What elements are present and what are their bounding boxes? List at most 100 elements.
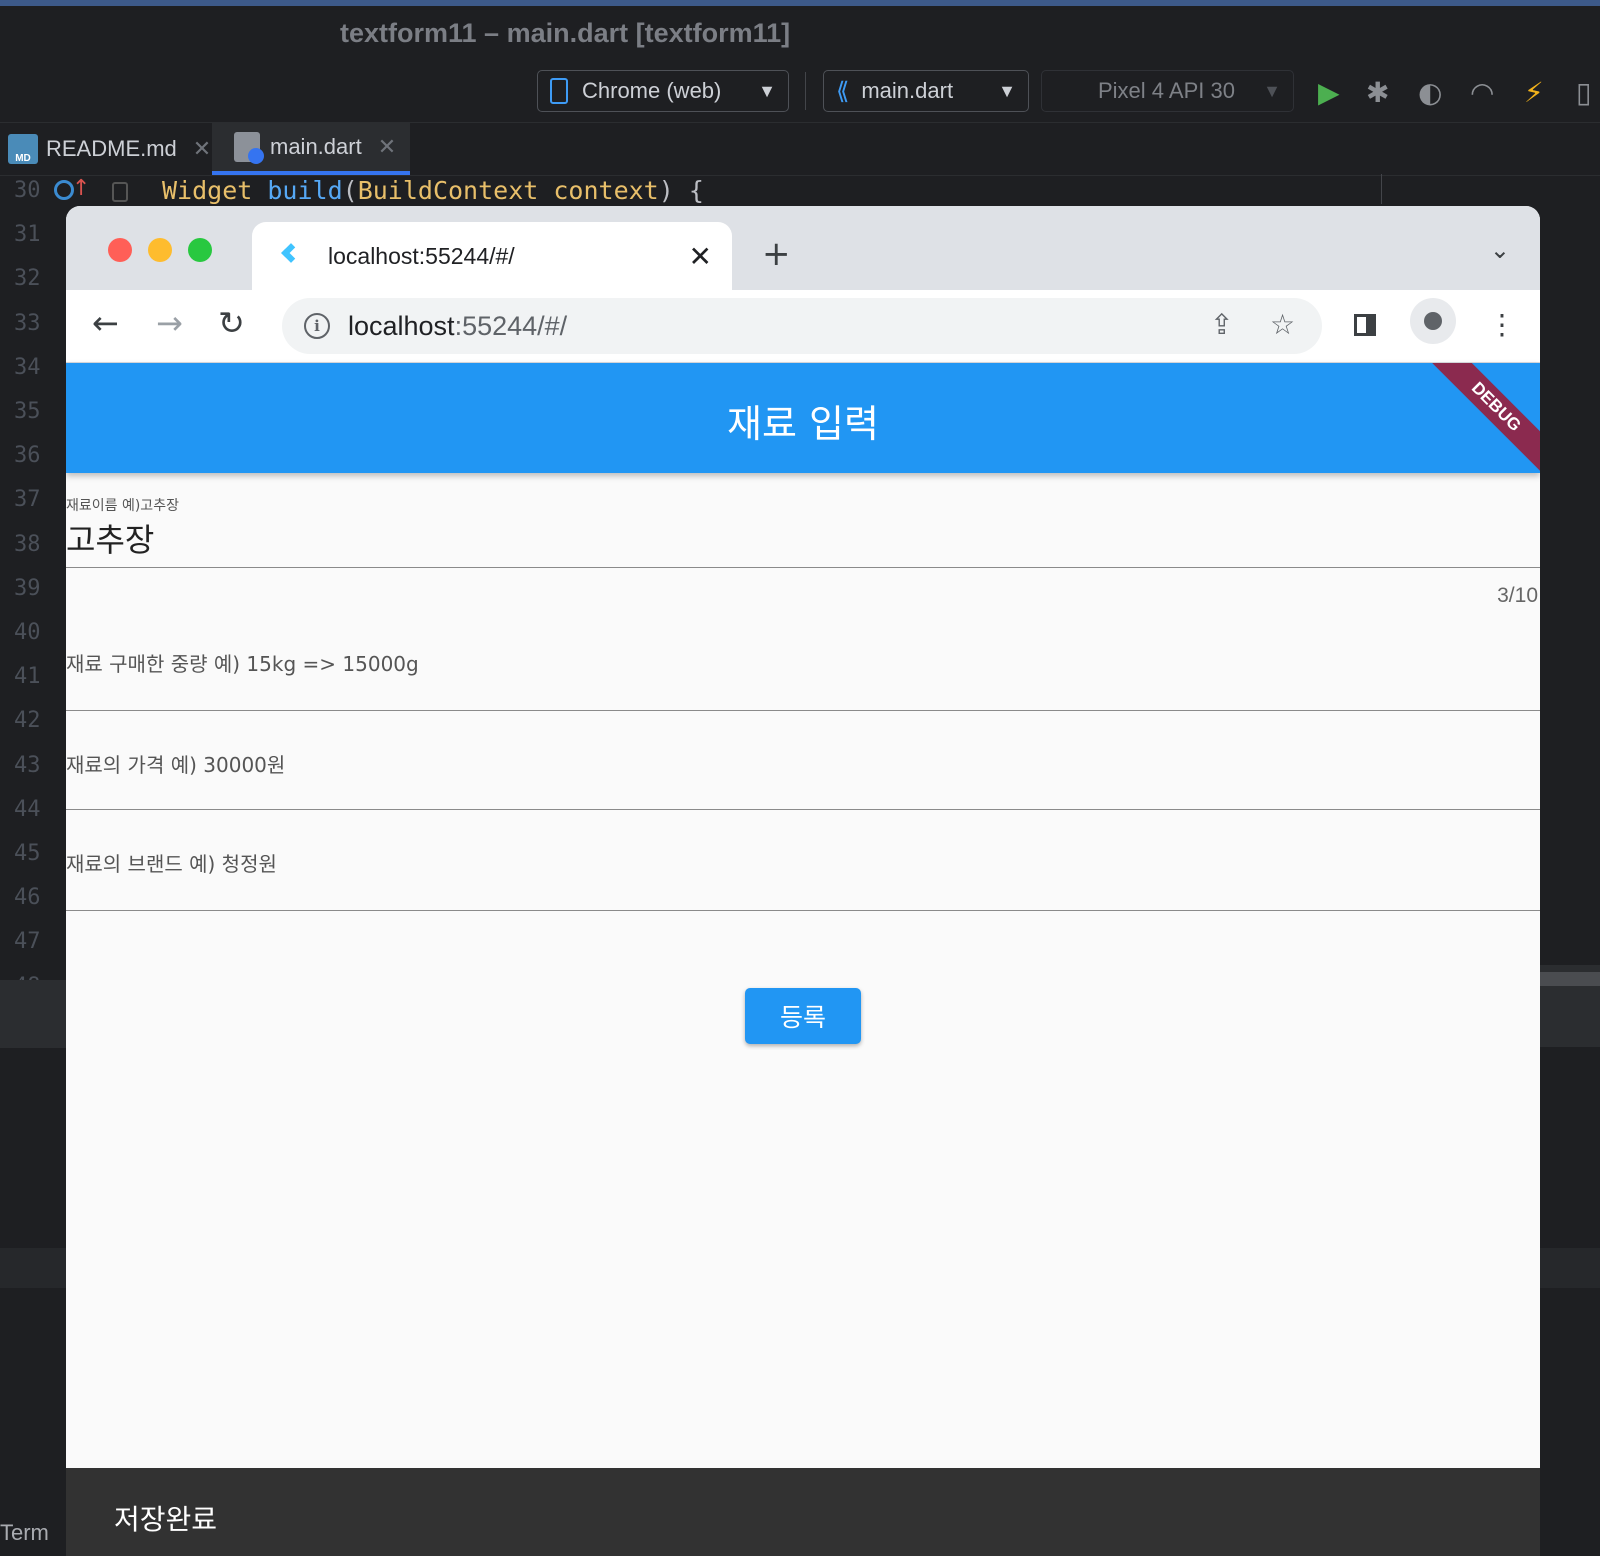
ide-top-accent xyxy=(0,0,1600,6)
flutter-icon: ⟪ xyxy=(836,77,850,105)
weight-hint: 재료 구매한 중량 예) 15kg => 15000g xyxy=(66,652,419,676)
url-text: localhost:55244/#/ xyxy=(348,311,567,342)
ingredient-name-label: 재료이름 예)고추장 xyxy=(66,498,179,514)
debug-icon[interactable]: ✱ xyxy=(1366,76,1389,109)
flutter-favicon-icon xyxy=(282,244,304,268)
line-number: 34 xyxy=(14,354,41,380)
run-config-selector[interactable]: ⟪ main.dart ▼ xyxy=(823,70,1029,112)
ide-scrollbar[interactable] xyxy=(1540,972,1600,986)
register-button[interactable]: 등록 xyxy=(745,988,861,1044)
tab-readme[interactable]: MD README.md ✕ xyxy=(0,123,212,175)
bookmark-star-icon[interactable]: ☆ xyxy=(1270,308,1295,341)
browser-tab-title: localhost:55244/#/ xyxy=(328,242,515,269)
weight-field[interactable]: 재료 구매한 중량 예) 15kg => 15000g xyxy=(66,630,1540,711)
ingredient-name-value: 고추장 xyxy=(66,521,155,559)
close-icon[interactable]: ✕ xyxy=(378,134,396,160)
line-number: 46 xyxy=(14,885,41,911)
line-number: 43 xyxy=(14,752,41,778)
ide-highlight-band xyxy=(0,1248,66,1288)
new-tab-button[interactable]: + xyxy=(762,234,791,274)
tab-strip: localhost:55244/#/ ✕ + ⌄ xyxy=(66,206,1540,290)
run-target-selector[interactable]: Chrome (web) ▼ xyxy=(537,70,789,112)
back-arrow-icon[interactable]: ← xyxy=(92,304,119,342)
tab-search-chevron-icon[interactable]: ⌄ xyxy=(1490,236,1510,264)
line-number: 40 xyxy=(14,620,41,645)
snackbar: 저장완료 xyxy=(66,1468,1540,1556)
code-param: context xyxy=(538,176,659,205)
line-number: 31 xyxy=(14,222,41,248)
profile-avatar-icon[interactable] xyxy=(1410,298,1456,344)
arrow-up-icon: ↑ xyxy=(72,176,91,201)
override-marker-icon[interactable] xyxy=(54,180,74,200)
device-selector[interactable]: Pixel 4 API 30 ▼ xyxy=(1041,70,1294,112)
phone-icon xyxy=(550,78,568,104)
run-config-label: main.dart xyxy=(861,78,954,103)
line-number: 38 xyxy=(14,531,41,557)
side-panel-icon[interactable] xyxy=(1354,314,1376,336)
device-label: Pixel 4 API 30 xyxy=(1098,78,1235,103)
price-field[interactable]: 재료의 가격 예) 30000원 xyxy=(66,711,1540,810)
profiler-icon[interactable]: ◠ xyxy=(1470,76,1494,109)
close-icon[interactable]: ✕ xyxy=(193,136,211,162)
snackbar-text: 저장완료 xyxy=(114,1503,218,1536)
line-number: 41 xyxy=(14,664,41,690)
address-bar[interactable]: i localhost:55244/#/ ⇪ ☆ xyxy=(282,298,1322,354)
line-number: 47 xyxy=(14,929,41,955)
dart-file-icon xyxy=(234,132,264,164)
chrome-window: localhost:55244/#/ ✕ + ⌄ ← → ↻ i localho… xyxy=(66,206,1540,1556)
code-line-30[interactable]: Widget build(BuildContext context) { xyxy=(162,176,704,205)
line-number: 30 xyxy=(14,178,41,203)
ide-window-title: textform11 – main.dart [textform11] xyxy=(340,18,791,48)
code-close: ) { xyxy=(658,176,704,205)
fold-icon[interactable] xyxy=(112,182,128,202)
line-number: 35 xyxy=(14,399,41,424)
ingredient-name-field[interactable]: 재료이름 예)고추장 고추장 xyxy=(66,473,1540,568)
run-target-label: Chrome (web) xyxy=(582,78,722,103)
line-number: 45 xyxy=(14,841,41,866)
coverage-icon[interactable]: ◐ xyxy=(1418,76,1442,109)
code-keyword: Widget xyxy=(162,176,253,205)
run-icon[interactable]: ▶ xyxy=(1318,76,1340,109)
minimize-window-button[interactable] xyxy=(148,238,172,262)
browser-toolbar: ← → ↻ i localhost:55244/#/ ⇪ ☆ ⋮ xyxy=(66,290,1540,363)
right-margin-guide xyxy=(1381,174,1382,204)
code-paren: ( xyxy=(342,176,358,205)
url-host: localhost xyxy=(348,310,455,341)
forward-arrow-icon[interactable]: → xyxy=(156,304,183,342)
share-icon[interactable]: ⇪ xyxy=(1210,308,1233,341)
url-path: :55244/#/ xyxy=(454,310,568,341)
device-manager-icon[interactable]: ▯ xyxy=(1576,76,1591,109)
tab-main-dart[interactable]: main.dart ✕ xyxy=(212,123,410,175)
line-number: 39 xyxy=(14,575,41,601)
chevron-down-icon: ▼ xyxy=(998,80,1016,101)
line-number: 33 xyxy=(14,310,41,336)
code-function: build xyxy=(267,176,343,205)
code-type: BuildContext xyxy=(357,176,539,205)
app-bar: 재료 입력 DEBUG xyxy=(66,363,1540,473)
ide-highlight-band xyxy=(1540,1248,1600,1288)
site-info-icon[interactable]: i xyxy=(304,313,330,339)
chevron-down-icon: ▼ xyxy=(758,80,776,101)
zoom-window-button[interactable] xyxy=(188,238,212,262)
terminal-tool-button[interactable]: Term xyxy=(0,1520,49,1546)
brand-hint: 재료의 브랜드 예) 청정원 xyxy=(66,852,277,876)
close-tab-icon[interactable]: ✕ xyxy=(689,240,712,273)
line-number: 32 xyxy=(14,266,41,292)
brand-field[interactable]: 재료의 브랜드 예) 청정원 xyxy=(66,810,1540,911)
app-bar-title: 재료 입력 xyxy=(727,402,879,446)
tab-label: README.md xyxy=(46,136,177,161)
browser-tab[interactable]: localhost:55244/#/ ✕ xyxy=(252,222,732,290)
hot-reload-icon[interactable]: ⚡ xyxy=(1524,76,1544,109)
toolbar-separator xyxy=(805,72,806,110)
markdown-file-icon: MD xyxy=(8,134,38,164)
reload-icon[interactable]: ↻ xyxy=(218,304,245,342)
more-menu-icon[interactable]: ⋮ xyxy=(1488,308,1516,341)
close-window-button[interactable] xyxy=(108,238,132,262)
character-counter: 3/10 xyxy=(1497,584,1538,607)
line-number: 44 xyxy=(14,796,41,822)
tab-label: main.dart xyxy=(270,134,362,159)
chevron-down-icon: ▼ xyxy=(1263,80,1281,101)
line-number: 37 xyxy=(14,487,41,513)
price-hint: 재료의 가격 예) 30000원 xyxy=(66,753,286,777)
line-number: 36 xyxy=(14,443,41,469)
